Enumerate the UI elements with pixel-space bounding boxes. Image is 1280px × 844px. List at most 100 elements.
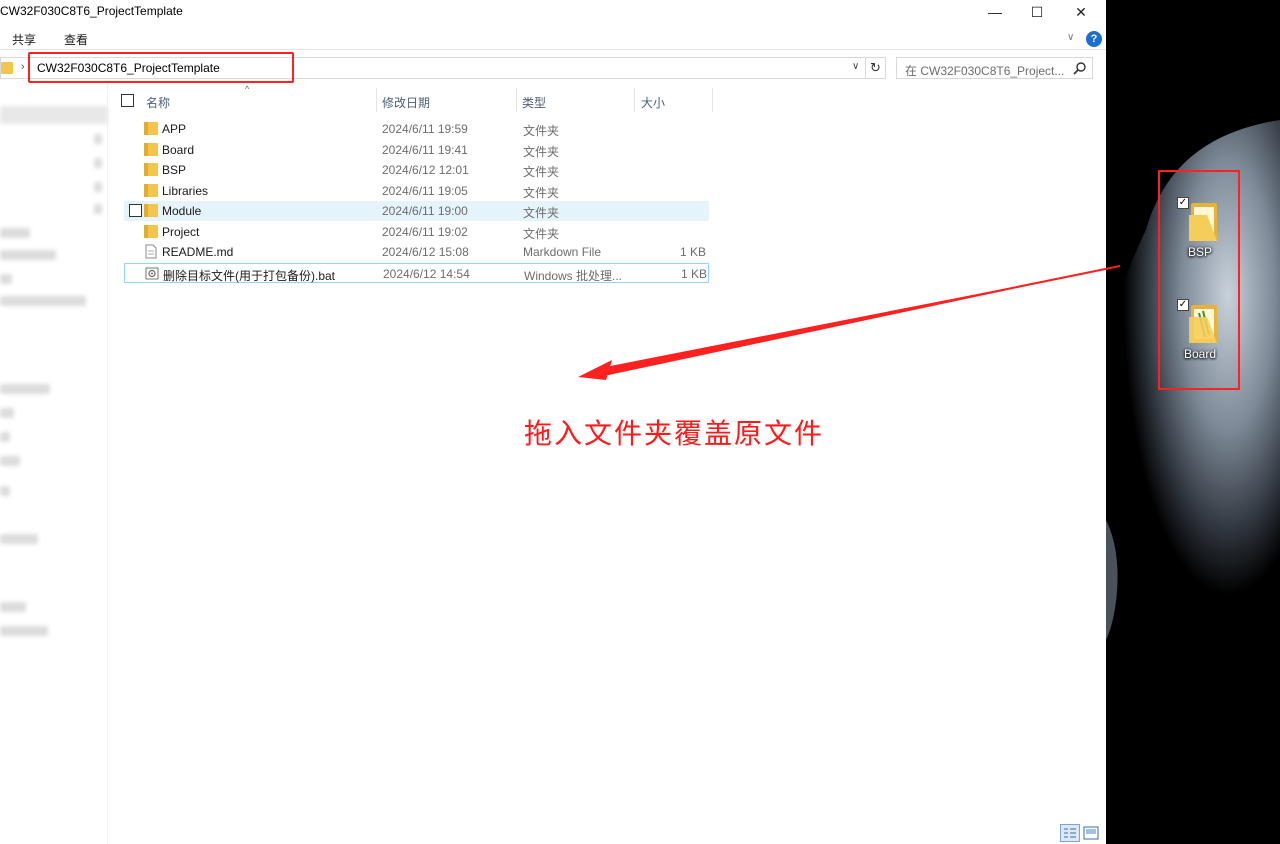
ribbon: 共享 查看 ∨ — [0, 28, 1106, 50]
search-placeholder: 在 CW32F030C8T6_Project... — [905, 64, 1065, 78]
file-row[interactable]: Module 2024/6/11 19:00 文件夹 — [124, 201, 709, 221]
nav-item-blurred[interactable] — [94, 158, 102, 168]
file-date: 2024/6/11 19:05 — [382, 184, 468, 198]
file-row[interactable]: 删除目标文件(用于打包备份).bat 2024/6/12 14:54 Windo… — [124, 263, 709, 283]
nav-item-blurred[interactable] — [0, 486, 10, 496]
file-row[interactable]: README.md 2024/6/12 15:08 Markdown File … — [124, 242, 709, 262]
ribbon-expand-icon[interactable]: ∨ — [1067, 32, 1074, 43]
file-name[interactable]: BSP — [162, 163, 186, 177]
column-header-type[interactable]: 类型 — [522, 94, 546, 111]
select-all-checkbox[interactable] — [121, 94, 134, 107]
file-name[interactable]: Libraries — [162, 184, 208, 198]
nav-item-blurred[interactable] — [0, 602, 26, 612]
address-annotation-box — [28, 52, 294, 83]
file-name[interactable]: Board — [162, 143, 194, 157]
breadcrumb-chevron-icon[interactable]: › — [21, 61, 25, 73]
details-view-button[interactable] — [1060, 824, 1080, 842]
file-date: 2024/6/11 19:02 — [382, 225, 468, 239]
nav-item-blurred[interactable] — [0, 456, 20, 466]
maximize-button[interactable]: ☐ — [1014, 0, 1060, 24]
file-type: Windows 批处理... — [524, 269, 623, 283]
desktop-item-label: Board — [1183, 347, 1217, 361]
document-icon — [145, 244, 157, 259]
search-icon[interactable] — [1072, 60, 1088, 76]
column-header-name[interactable]: 名称 — [146, 94, 170, 111]
desktop-wallpaper — [1106, 120, 1280, 640]
tab-share[interactable]: 共享 — [12, 31, 36, 48]
column-header-size[interactable]: 大小 — [641, 94, 665, 111]
nav-item-blurred[interactable] — [94, 204, 102, 214]
nav-item-blurred[interactable] — [0, 626, 48, 636]
file-type: 文件夹 — [523, 206, 560, 220]
file-explorer-window: CW32F030C8T6_ProjectTemplate — ☐ ✕ 共享 查看… — [0, 0, 1106, 844]
folder-icon — [144, 184, 158, 197]
large-icons-view-icon[interactable] — [1083, 826, 1099, 840]
file-row[interactable]: Libraries 2024/6/11 19:05 文件夹 — [124, 181, 709, 201]
folder-icon — [144, 143, 158, 156]
file-date: 2024/6/11 19:59 — [382, 122, 468, 136]
file-name[interactable]: README.md — [162, 245, 233, 259]
nav-item-blurred[interactable] — [0, 274, 12, 284]
nav-item-blurred[interactable] — [0, 534, 38, 544]
file-row[interactable]: Project 2024/6/11 19:02 文件夹 — [124, 222, 709, 242]
file-type: 文件夹 — [523, 227, 560, 241]
window-title: CW32F030C8T6_ProjectTemplate — [0, 4, 183, 18]
file-type: 文件夹 — [523, 145, 560, 159]
batch-file-icon — [145, 267, 159, 280]
tab-view[interactable]: 查看 — [64, 31, 88, 48]
folder-icon — [144, 204, 158, 217]
nav-item-blurred[interactable] — [0, 384, 50, 394]
folder-icon — [1189, 203, 1217, 241]
column-header-row: 名称 修改日期 类型 大小 — [114, 88, 714, 112]
address-history-dropdown-icon[interactable]: ∨ — [852, 61, 859, 72]
file-size: 1 KB — [679, 245, 706, 259]
desktop-background — [1106, 0, 1280, 844]
navigation-pane[interactable] — [0, 84, 108, 844]
annotation-caption: 拖入文件夹覆盖原文件 — [524, 417, 825, 450]
file-date: 2024/6/11 19:41 — [382, 143, 468, 157]
file-row[interactable]: APP 2024/6/11 19:59 文件夹 — [124, 119, 709, 139]
file-name[interactable]: APP — [162, 122, 186, 136]
column-divider[interactable] — [712, 88, 713, 112]
column-divider[interactable] — [376, 88, 377, 112]
file-size: 1 KB — [680, 267, 707, 281]
refresh-button[interactable]: ↻ — [866, 57, 886, 79]
folder-icon — [144, 122, 158, 135]
nav-item-blurred[interactable] — [0, 296, 86, 306]
column-header-date[interactable]: 修改日期 — [382, 94, 430, 111]
nav-item-blurred[interactable] — [0, 432, 10, 442]
file-row[interactable]: Board 2024/6/11 19:41 文件夹 — [124, 140, 709, 160]
file-date: 2024/6/12 15:08 — [382, 245, 469, 259]
nav-item-blurred[interactable] — [0, 408, 14, 418]
sort-ascending-icon: ^ — [245, 84, 250, 94]
details-view-icon — [1064, 828, 1076, 838]
nav-item-blurred[interactable] — [94, 182, 102, 192]
folder-icon — [1189, 305, 1217, 343]
nav-item-blurred[interactable] — [0, 250, 56, 260]
file-row[interactable]: BSP 2024/6/12 12:01 文件夹 — [124, 160, 709, 180]
folder-icon — [144, 225, 158, 238]
nav-item-blurred[interactable] — [94, 134, 102, 144]
file-name[interactable]: Module — [162, 204, 201, 218]
row-checkbox[interactable] — [129, 204, 142, 217]
file-date: 2024/6/12 12:01 — [382, 163, 469, 177]
nav-item-blurred[interactable] — [0, 228, 30, 238]
search-input[interactable]: 在 CW32F030C8T6_Project... — [896, 57, 1093, 79]
file-name[interactable]: 删除目标文件(用于打包备份).bat — [163, 267, 335, 284]
minimize-button[interactable]: — — [972, 0, 1018, 24]
title-bar: CW32F030C8T6_ProjectTemplate — ☐ ✕ — [0, 0, 1106, 24]
help-icon[interactable]: ? — [1086, 31, 1102, 47]
column-divider[interactable] — [516, 88, 517, 112]
desktop-item-label: BSP — [1187, 245, 1212, 259]
file-name[interactable]: Project — [162, 225, 199, 239]
address-folder-icon — [1, 62, 13, 74]
file-date: 2024/6/11 19:00 — [382, 204, 468, 218]
file-type: 文件夹 — [523, 124, 560, 138]
file-date: 2024/6/12 14:54 — [383, 267, 470, 281]
close-button[interactable]: ✕ — [1058, 0, 1104, 24]
file-type: 文件夹 — [523, 165, 560, 179]
column-divider[interactable] — [634, 88, 635, 112]
folder-icon — [144, 163, 158, 176]
file-type: 文件夹 — [523, 186, 560, 200]
nav-item-blurred[interactable] — [0, 106, 108, 124]
